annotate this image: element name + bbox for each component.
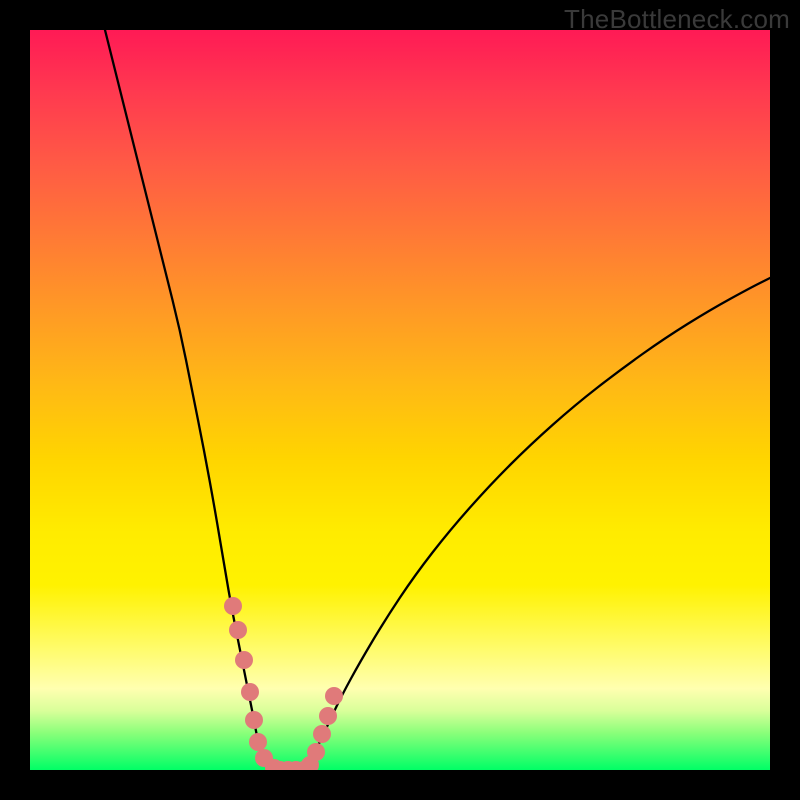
valley-dot <box>307 743 325 761</box>
valley-dot <box>249 733 267 751</box>
root-frame: TheBottleneck.com <box>0 0 800 800</box>
valley-dot <box>325 687 343 705</box>
plot-area <box>30 30 770 770</box>
watermark-label: TheBottleneck.com <box>564 4 790 35</box>
valley-dot <box>224 597 242 615</box>
valley-trace-dots <box>224 597 343 770</box>
valley-dot <box>235 651 253 669</box>
right-curve-line <box>300 278 770 770</box>
valley-dot <box>245 711 263 729</box>
valley-dot <box>241 683 259 701</box>
valley-dot <box>319 707 337 725</box>
curve-layer <box>30 30 770 770</box>
valley-dot <box>229 621 247 639</box>
valley-dot <box>313 725 331 743</box>
